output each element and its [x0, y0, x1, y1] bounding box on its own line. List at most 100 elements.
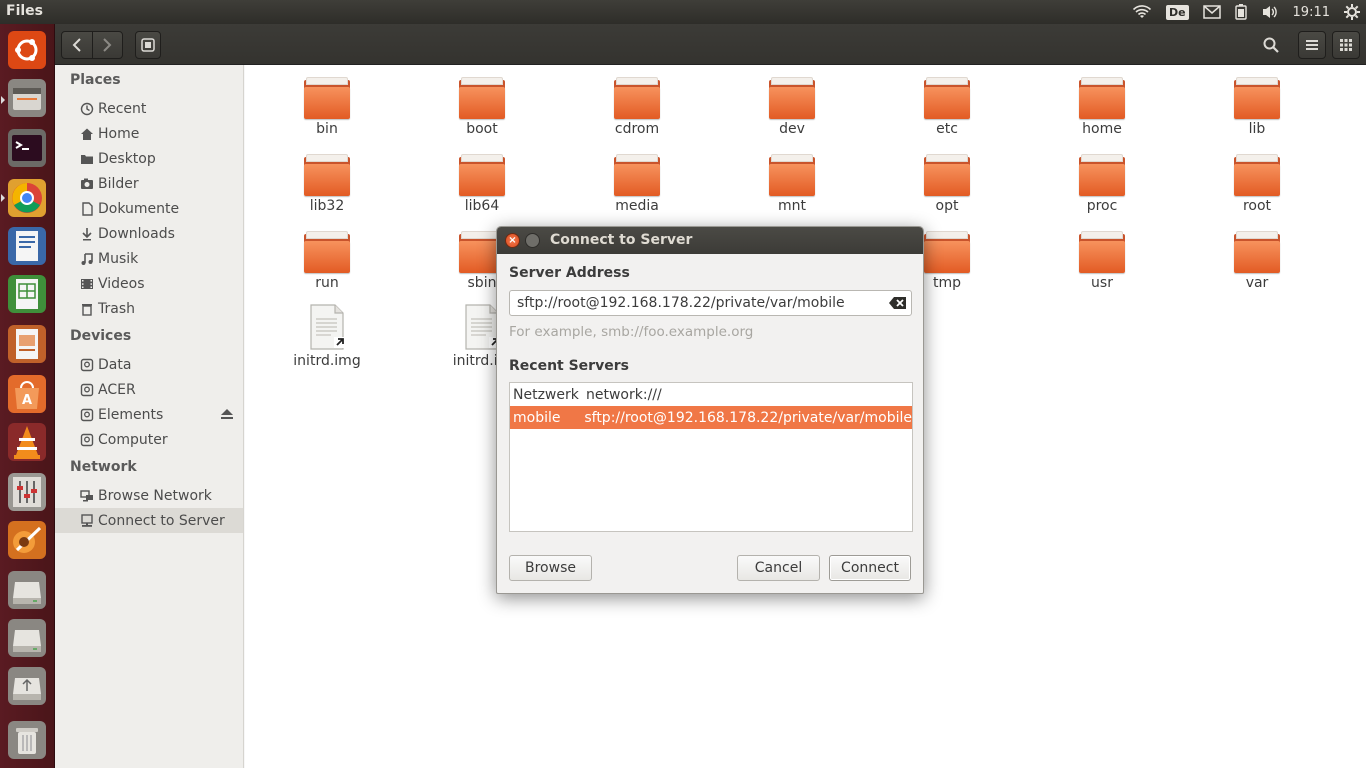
sidebar-item-bilder[interactable]: Bilder [55, 171, 243, 196]
folder-icon [924, 77, 970, 119]
file-name: proc [1086, 198, 1118, 214]
sidebar-item-elements[interactable]: Elements [55, 402, 243, 427]
camera-icon [80, 177, 94, 191]
folder-item[interactable]: dev [732, 65, 852, 137]
sidebar-item-recent[interactable]: Recent [55, 96, 243, 121]
file-name: sbin [467, 275, 497, 291]
folder-item[interactable]: lib64 [422, 142, 542, 214]
connect-button[interactable]: Connect [829, 555, 911, 581]
eject-icon[interactable] [220, 408, 234, 424]
server-address-input[interactable] [509, 290, 912, 316]
folder-icon [769, 154, 815, 196]
folder-item[interactable]: boot [422, 65, 542, 137]
close-icon[interactable]: × [505, 233, 520, 248]
film-icon [80, 277, 94, 291]
trash-icon[interactable] [5, 718, 49, 762]
dialog-titlebar[interactable]: × Connect to Server [497, 227, 923, 254]
terminal-icon[interactable] [5, 126, 49, 170]
folder-item[interactable]: opt [887, 142, 1007, 214]
folder-item[interactable]: usr [1042, 219, 1162, 291]
app-icon[interactable] [5, 518, 49, 562]
search-icon [1263, 37, 1279, 53]
folder-item[interactable]: etc [887, 65, 1007, 137]
sidebar-item-trash[interactable]: Trash [55, 296, 243, 321]
sidebar-item-videos[interactable]: Videos [55, 271, 243, 296]
sidebar-item-label: Trash [98, 300, 135, 317]
file-name: lib32 [309, 198, 345, 214]
history-nav [61, 31, 123, 59]
view-toggle-button[interactable] [1332, 31, 1360, 59]
mail-icon[interactable] [1202, 5, 1221, 19]
sidebar-item-downloads[interactable]: Downloads [55, 221, 243, 246]
server-address-hint: For example, smb://foo.example.org [509, 324, 754, 340]
file-name: var [1245, 275, 1269, 291]
folder-item[interactable]: media [577, 142, 697, 214]
maximize-icon[interactable] [525, 233, 540, 248]
folder-icon [769, 77, 815, 119]
impress-icon[interactable] [5, 322, 49, 366]
sidebar-item-desktop[interactable]: Desktop [55, 146, 243, 171]
recent-servers-list: Netzwerk network:/// mobile sftp://root@… [509, 382, 913, 532]
sidebar-item-label: Computer [98, 431, 168, 448]
folder-item[interactable]: lib [1197, 65, 1317, 137]
battery-icon[interactable] [1234, 4, 1247, 20]
folder-item[interactable]: var [1197, 219, 1317, 291]
recent-server-row[interactable]: Netzwerk network:/// [510, 383, 912, 406]
sidebar-heading-devices: Devices [70, 328, 132, 344]
drive-icon [80, 408, 94, 422]
drive-icon [80, 358, 94, 372]
sidebar-item-acer[interactable]: ACER [55, 377, 243, 402]
clear-icon[interactable] [889, 296, 907, 310]
files-icon[interactable] [5, 76, 49, 120]
file-name: etc [936, 121, 958, 137]
network-icon [80, 489, 94, 503]
sidebar-item-home[interactable]: Home [55, 121, 243, 146]
calc-icon[interactable] [5, 272, 49, 316]
location-button[interactable] [135, 31, 161, 59]
keyboard-layout-indicator[interactable]: De [1165, 4, 1189, 20]
cancel-button[interactable]: Cancel [737, 555, 820, 581]
sidebar-item-connect-to-server[interactable]: Connect to Server [55, 508, 243, 533]
sidebar-item-browse-network[interactable]: Browse Network [55, 483, 243, 508]
folder-item[interactable]: mnt [732, 142, 852, 214]
dialog-title: Connect to Server [550, 232, 693, 248]
forward-button[interactable] [93, 32, 123, 58]
sidebar-item-musik[interactable]: Musik [55, 246, 243, 271]
writer-icon[interactable] [5, 224, 49, 268]
folder-item[interactable]: cdrom [577, 65, 697, 137]
folder-icon [304, 231, 350, 273]
mixer-icon[interactable] [5, 470, 49, 514]
file-name: media [615, 198, 659, 214]
folder-item[interactable]: lib32 [267, 142, 387, 214]
clock[interactable]: 19:11 [1293, 5, 1330, 20]
folder-item[interactable]: proc [1042, 142, 1162, 214]
back-button[interactable] [62, 32, 93, 58]
file-name: root [1242, 198, 1272, 214]
gear-icon[interactable] [1344, 4, 1360, 20]
recent-server-row[interactable]: mobile sftp://root@192.168.178.22/privat… [510, 406, 912, 429]
sidebar-item-label: Recent [98, 100, 147, 117]
search-button[interactable] [1258, 31, 1284, 59]
sidebar-item-computer[interactable]: Computer [55, 427, 243, 452]
folder-item[interactable]: home [1042, 65, 1162, 137]
drive-icon[interactable] [5, 616, 49, 660]
sidebar-item-data[interactable]: Data [55, 352, 243, 377]
file-item[interactable]: initrd.img [267, 297, 387, 369]
folder-icon [1234, 77, 1280, 119]
wifi-icon[interactable] [1132, 4, 1152, 20]
menu-button[interactable] [1298, 31, 1326, 59]
server-icon [80, 513, 94, 528]
file-name: bin [316, 121, 338, 137]
browse-button[interactable]: Browse [509, 555, 592, 581]
folder-item[interactable]: root [1197, 142, 1317, 214]
ubuntu-logo-icon[interactable] [5, 28, 49, 72]
software-center-icon[interactable]: A [5, 372, 49, 416]
chrome-icon[interactable] [5, 176, 49, 220]
sidebar-item-dokumente[interactable]: Dokumente [55, 196, 243, 221]
drive-icon[interactable] [5, 568, 49, 612]
volume-icon[interactable] [1261, 4, 1279, 20]
folder-item[interactable]: bin [267, 65, 387, 137]
vlc-icon[interactable] [5, 420, 49, 464]
folder-item[interactable]: run [267, 219, 387, 291]
usb-drive-icon[interactable] [5, 664, 49, 708]
